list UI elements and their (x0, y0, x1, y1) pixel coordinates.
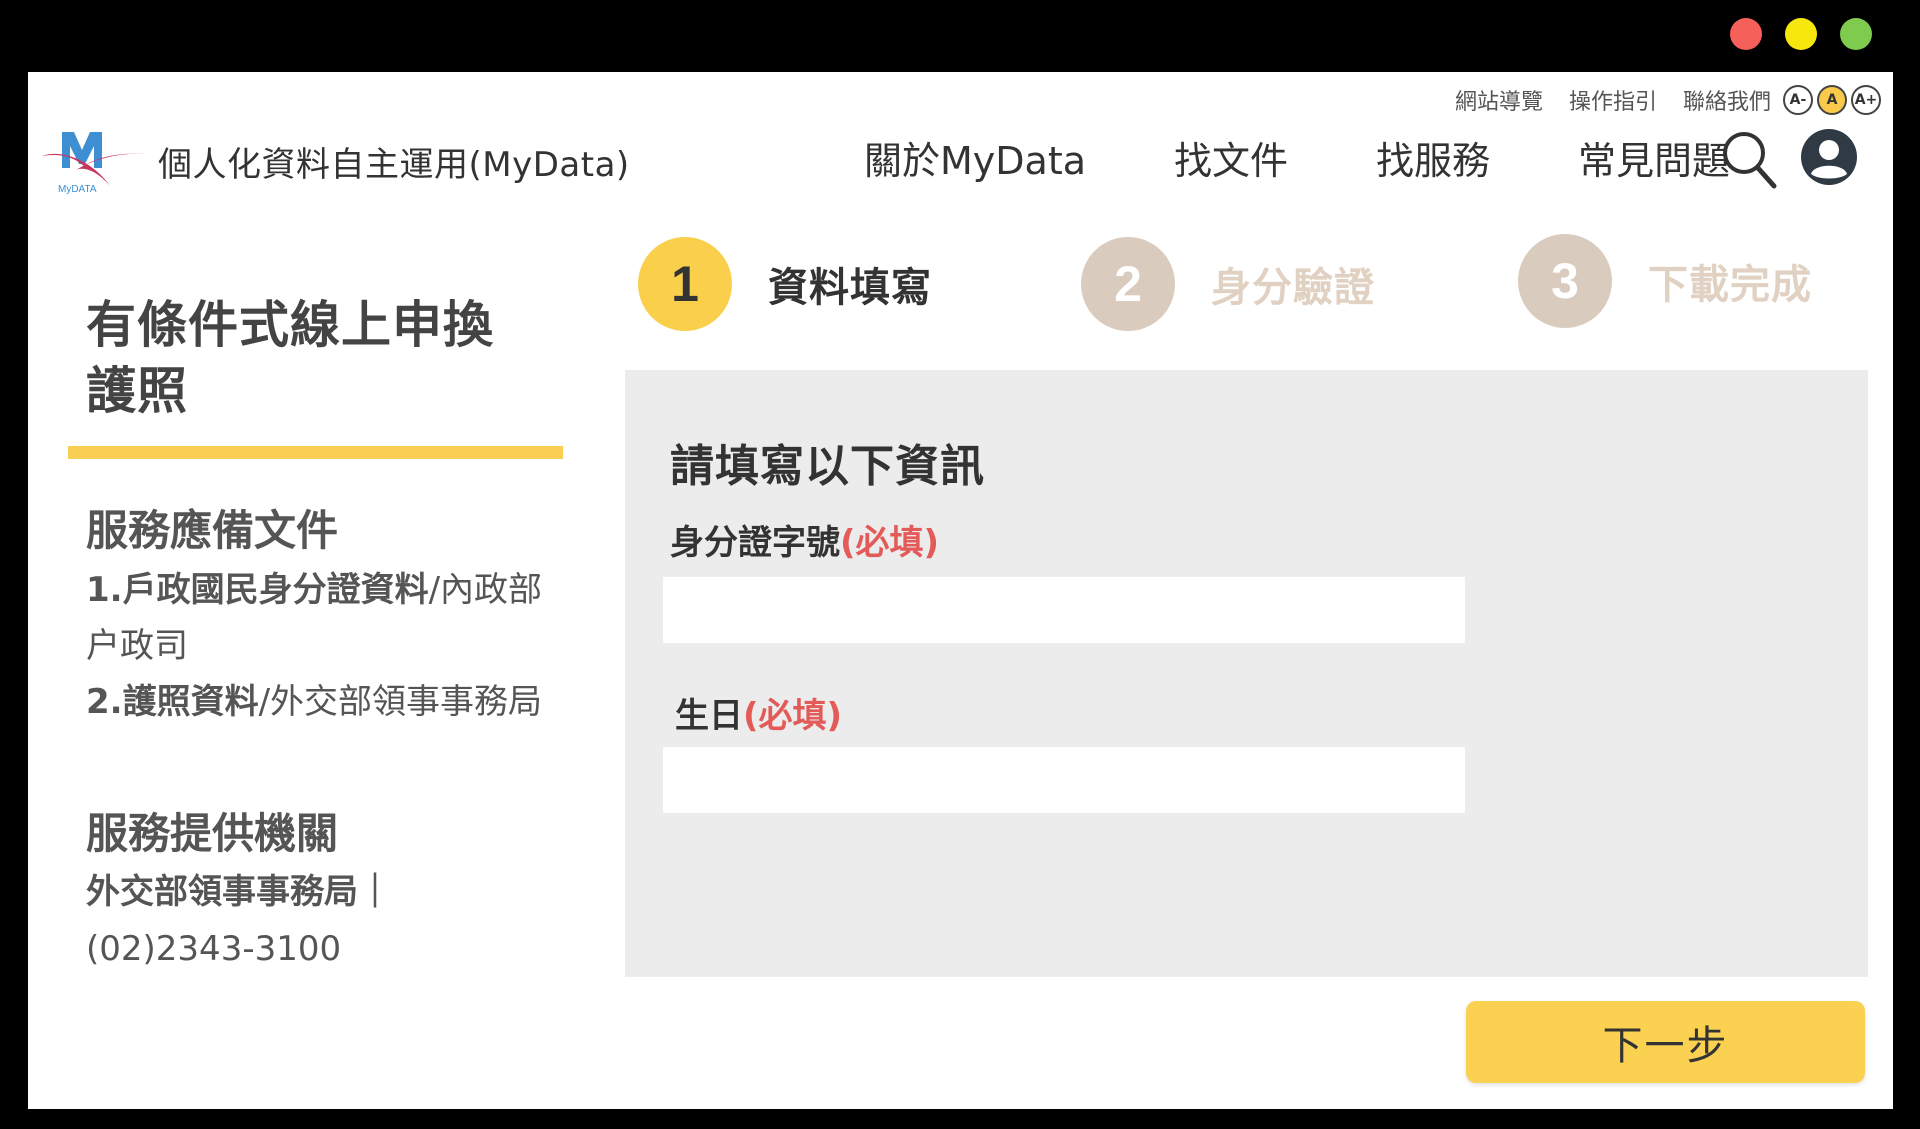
window-controls (1730, 18, 1872, 50)
font-size-large-button[interactable]: A+ (1851, 85, 1881, 115)
document-item: 2.護照資料/外交部領事事務局 (86, 682, 543, 722)
nav-item-find-documents[interactable]: 找文件 (1174, 130, 1288, 185)
service-sidebar: 有條件式線上申換護照 服務應備文件 1.戶政國民身分證資料/內政部户政司 2.護… (28, 242, 593, 1102)
form-panel: 請填寫以下資訊 身分證字號(必填) 生日(必填) (625, 370, 1868, 977)
util-link-sitemap[interactable]: 網站導覽 (1455, 84, 1543, 116)
util-link-contact[interactable]: 聯絡我們 (1683, 84, 1771, 116)
step-fill-data: 1 資料填寫 (638, 237, 932, 331)
step-label: 下載完成 (1648, 262, 1812, 308)
search-icon[interactable] (1721, 130, 1777, 190)
documents-list: 1.戶政國民身分證資料/內政部户政司 2.護照資料/外交部領事事務局 (86, 562, 556, 730)
progress-steps: 1 資料填寫 2 身分驗證 3 下載完成 (638, 234, 1888, 344)
provider-contact: 外交部領事事務局｜ (02)2343-3100 (86, 864, 556, 978)
site-title: 個人化資料自主運用(MyData) (158, 145, 630, 185)
svg-text:MyDATA: MyDATA (58, 184, 97, 195)
provider-heading: 服務提供機關 (86, 809, 339, 858)
id-number-input[interactable] (663, 577, 1465, 643)
maximize-window-button[interactable] (1840, 18, 1872, 50)
main-nav: 關於MyData 找文件 找服務 常見問題 (864, 130, 1730, 185)
site-header: 網站導覽 操作指引 聯絡我們 A- A A+ MyDATA 個人化資料自主運用(… (28, 72, 1893, 232)
browser-frame: 網站導覽 操作指引 聯絡我們 A- A A+ MyDATA 個人化資料自主運用(… (0, 0, 1920, 1129)
provider-name: 外交部領事事務局｜ (86, 872, 392, 912)
step-number: 1 (638, 237, 732, 331)
font-size-medium-button[interactable]: A (1817, 85, 1847, 115)
site-logo[interactable]: MyDATA 個人化資料自主運用(MyData) (40, 124, 630, 199)
step-label: 資料填寫 (768, 265, 932, 311)
birthday-label: 生日(必填) (675, 696, 843, 736)
close-window-button[interactable] (1730, 18, 1762, 50)
document-item: 1.戶政國民身分證資料/內政部户政司 (86, 570, 543, 666)
next-step-button[interactable]: 下一步 (1466, 1001, 1865, 1083)
step-label: 身分驗證 (1211, 265, 1375, 311)
service-title: 有條件式線上申換護照 (86, 296, 494, 420)
provider-phone: (02)2343-3100 (86, 929, 342, 969)
required-marker: (必填) (743, 696, 843, 736)
step-number: 3 (1518, 234, 1612, 328)
step-number: 2 (1081, 237, 1175, 331)
documents-heading: 服務應備文件 (86, 506, 339, 555)
page: 網站導覽 操作指引 聯絡我們 A- A A+ MyDATA 個人化資料自主運用(… (28, 72, 1893, 1109)
nav-item-about[interactable]: 關於MyData (864, 130, 1086, 185)
nav-item-faq[interactable]: 常見問題 (1578, 130, 1730, 185)
nav-item-find-services[interactable]: 找服務 (1376, 130, 1490, 185)
utility-links: 網站導覽 操作指引 聯絡我們 A- A A+ (1429, 84, 1881, 116)
birthday-input[interactable] (663, 747, 1465, 813)
font-size-small-button[interactable]: A- (1783, 85, 1813, 115)
title-underline (68, 446, 563, 459)
id-number-label: 身分證字號(必填) (670, 523, 940, 563)
util-link-guide[interactable]: 操作指引 (1569, 84, 1657, 116)
step-identity-verification: 2 身分驗證 (1081, 237, 1375, 331)
mydata-logo-icon: MyDATA (42, 132, 145, 195)
required-marker: (必填) (840, 523, 940, 563)
step-download-complete: 3 下載完成 (1518, 234, 1812, 328)
user-account-icon[interactable] (1800, 128, 1858, 186)
form-title: 請填寫以下資訊 (670, 441, 985, 492)
font-size-controls: A- A A+ (1783, 85, 1881, 115)
minimize-window-button[interactable] (1785, 18, 1817, 50)
